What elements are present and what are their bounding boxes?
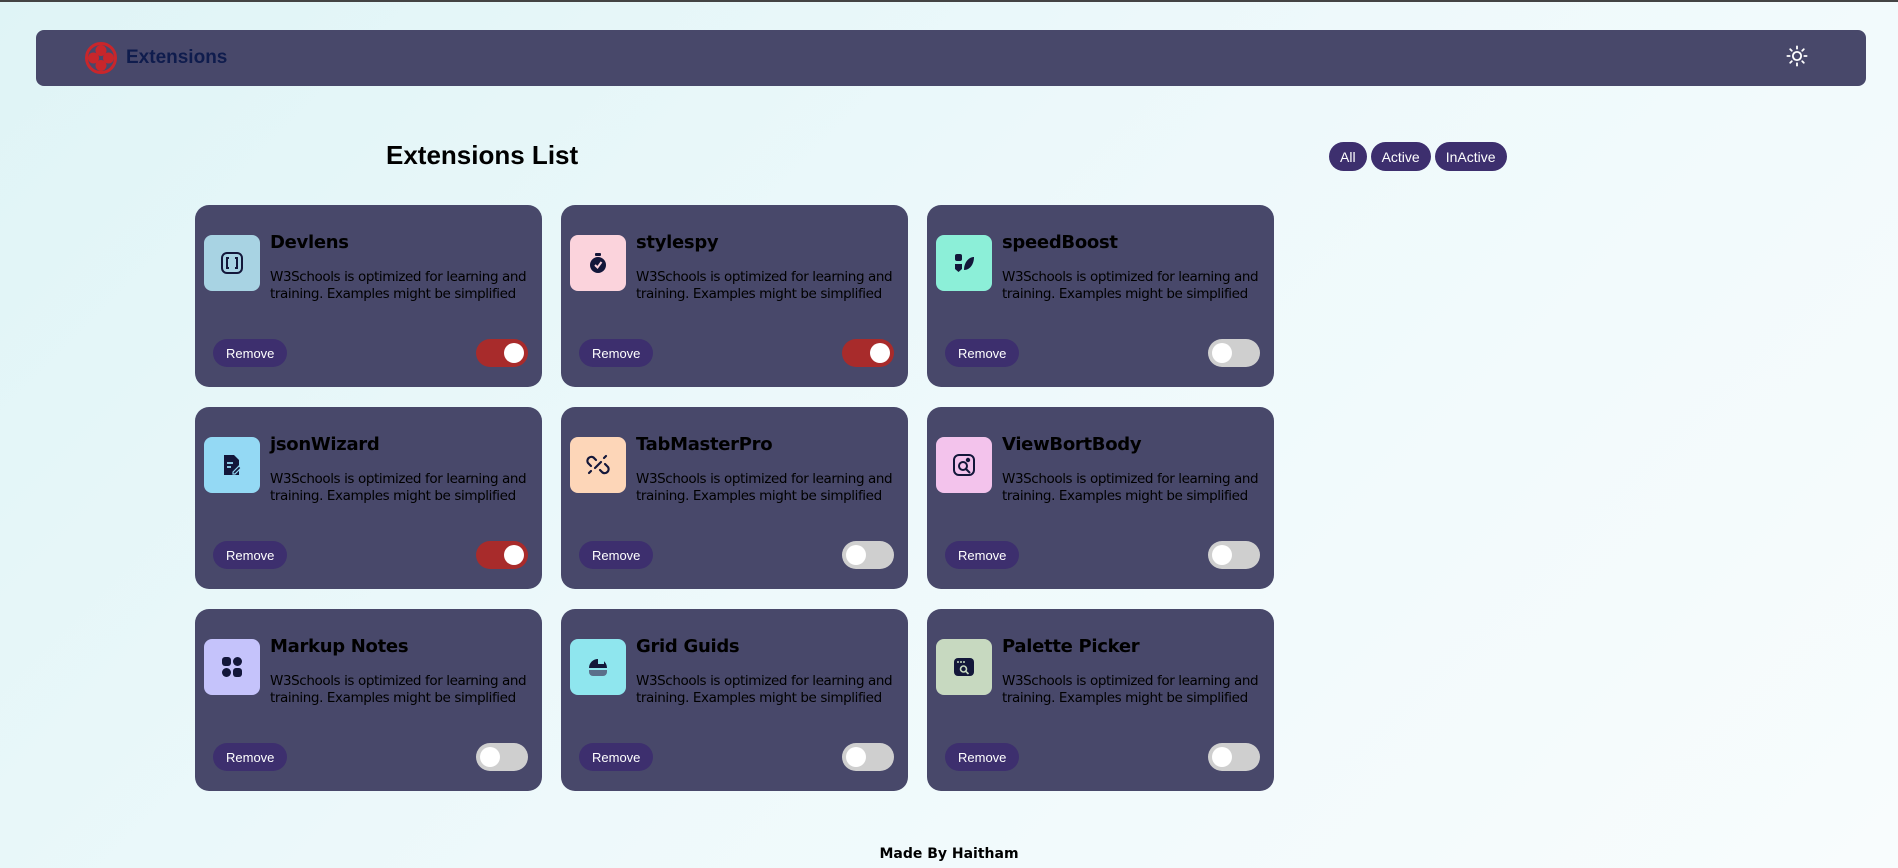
logo-icon: [84, 41, 118, 75]
footer-credit: Made By Haitham: [879, 846, 1019, 862]
extension-description: W3Schools is optimized for learning and …: [270, 269, 527, 302]
extension-description: W3Schools is optimized for learning and …: [636, 269, 893, 302]
remove-button[interactable]: Remove: [579, 541, 654, 569]
toggle-knob: [870, 343, 890, 363]
extension-name: jsonWizard: [270, 434, 380, 455]
extension-description: W3Schools is optimized for learning and …: [636, 673, 893, 706]
extension-description: W3Schools is optimized for learning and …: [1002, 673, 1259, 706]
remove-button[interactable]: Remove: [945, 743, 1020, 771]
toggle-knob: [846, 747, 866, 767]
extension-description: W3Schools is optimized for learning and …: [270, 673, 527, 706]
extension-card: TabMasterPro W3Schools is optimized for …: [561, 407, 908, 589]
extension-card: ViewBortBody W3Schools is optimized for …: [927, 407, 1274, 589]
active-toggle[interactable]: [476, 743, 528, 771]
stopwatch-icon: [570, 235, 626, 291]
toggle-knob: [1212, 343, 1232, 363]
extension-card: Palette Picker W3Schools is optimized fo…: [927, 609, 1274, 791]
active-toggle[interactable]: [1208, 743, 1260, 771]
toggle-knob: [846, 545, 866, 565]
leaf-badge-icon: [936, 235, 992, 291]
extension-card: jsonWizard W3Schools is optimized for le…: [195, 407, 542, 589]
remove-button[interactable]: Remove: [213, 541, 288, 569]
theme-toggle-button[interactable]: [1784, 44, 1810, 72]
filter-inactive-button[interactable]: InActive: [1434, 142, 1507, 171]
image-search-icon: [936, 437, 992, 493]
remove-button[interactable]: Remove: [579, 743, 654, 771]
remove-button[interactable]: Remove: [945, 541, 1020, 569]
filter-group: All Active InActive: [1329, 142, 1507, 171]
active-toggle[interactable]: [842, 743, 894, 771]
active-toggle[interactable]: [842, 339, 894, 367]
extension-card: Grid Guids W3Schools is optimized for le…: [561, 609, 908, 791]
extension-name: ViewBortBody: [1002, 434, 1142, 455]
browser-search-icon: [936, 639, 992, 695]
remove-button[interactable]: Remove: [213, 743, 288, 771]
top-bar: Extensions: [36, 30, 1866, 86]
toggle-knob: [504, 545, 524, 565]
toggle-knob: [1212, 747, 1232, 767]
extension-description: W3Schools is optimized for learning and …: [270, 471, 527, 504]
extension-name: Devlens: [270, 232, 349, 253]
filter-active-button[interactable]: Active: [1370, 142, 1431, 171]
cap-icon: [570, 639, 626, 695]
brand[interactable]: Extensions: [84, 41, 227, 75]
extension-card: stylespy W3Schools is optimized for lear…: [561, 205, 908, 387]
extension-name: Grid Guids: [636, 636, 740, 657]
brackets-icon: [204, 235, 260, 291]
toggle-knob: [504, 343, 524, 363]
extension-name: Markup Notes: [270, 636, 409, 657]
sun-icon: [1786, 44, 1808, 72]
active-toggle[interactable]: [476, 541, 528, 569]
remove-button[interactable]: Remove: [579, 339, 654, 367]
grid-dots-icon: [204, 639, 260, 695]
extension-card: Markup Notes W3Schools is optimized for …: [195, 609, 542, 791]
extension-card: speedBoost W3Schools is optimized for le…: [927, 205, 1274, 387]
remove-button[interactable]: Remove: [213, 339, 288, 367]
extensions-grid: Devlens W3Schools is optimized for learn…: [195, 205, 1274, 791]
extension-description: W3Schools is optimized for learning and …: [1002, 471, 1259, 504]
brand-title: Extensions: [126, 47, 228, 68]
extension-name: stylespy: [636, 232, 719, 253]
toggle-knob: [1212, 545, 1232, 565]
extension-description: W3Schools is optimized for learning and …: [636, 471, 893, 504]
active-toggle[interactable]: [1208, 541, 1260, 569]
extension-name: Palette Picker: [1002, 636, 1140, 657]
filter-all-button[interactable]: All: [1329, 142, 1367, 171]
extension-card: Devlens W3Schools is optimized for learn…: [195, 205, 542, 387]
extension-name: speedBoost: [1002, 232, 1118, 253]
active-toggle[interactable]: [1208, 339, 1260, 367]
active-toggle[interactable]: [842, 541, 894, 569]
toggle-knob: [480, 747, 500, 767]
active-toggle[interactable]: [476, 339, 528, 367]
remove-button[interactable]: Remove: [945, 339, 1020, 367]
page-title: Extensions List: [386, 140, 579, 170]
document-edit-icon: [204, 437, 260, 493]
extension-description: W3Schools is optimized for learning and …: [1002, 269, 1259, 302]
link-icon: [570, 437, 626, 493]
extension-name: TabMasterPro: [636, 434, 773, 455]
